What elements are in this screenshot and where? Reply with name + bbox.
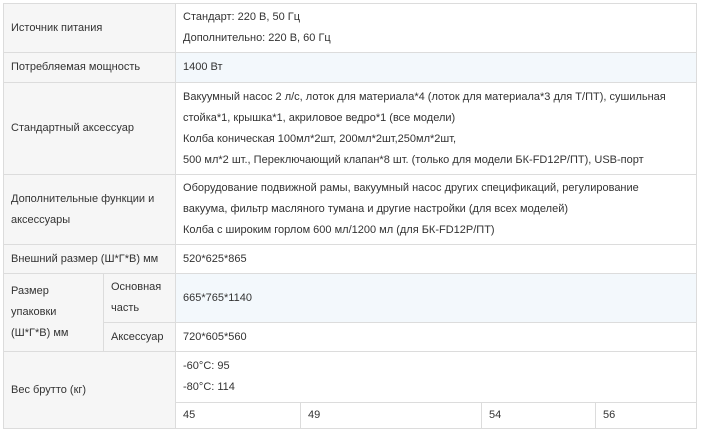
power-source-label: Источник питания	[2, 3, 177, 53]
standard-accessories-line-3: Колба коническая 100мл*2шт, 200мл*2шт,25…	[183, 132, 457, 145]
row-gross-weight-temps: Вес брутто (кг) -60°C: 95 -80°C: 114	[2, 351, 698, 429]
gross-weight-cell-4: 56	[595, 402, 698, 429]
standard-accessories-line-4: 500 мл*2 шт., Переключающий клапан*8 шт.…	[183, 153, 644, 166]
standard-accessories-line-1: Вакуумный насос 2 л/с, лоток для материа…	[183, 90, 666, 103]
optional-value: Оборудование подвижной рамы, вакуумный н…	[175, 174, 698, 245]
gross-weight-label: Вес брутто (кг)	[2, 351, 177, 429]
row-packing-accessory: Аксессуар 720*605*560	[4, 322, 698, 352]
power-source-line-1: Стандарт: 220 В, 50 Гц	[183, 11, 301, 23]
optional-line-2: вакуума, фильтр масляного тумана и други…	[183, 203, 568, 215]
packing-size-label-line-3: (Ш*Г*В) мм	[11, 327, 69, 339]
standard-accessories-line-2: стойка*1, крышка*1, акриловое ведро*1 (в…	[183, 111, 456, 124]
power-consumption-value: 1400 Вт	[175, 52, 698, 83]
gross-weight-temps: -60°C: 95 -80°C: 114	[175, 351, 698, 403]
packing-size-label-line-2: упаковки	[11, 306, 57, 318]
power-source-line-2: Дополнительно: 220 В, 60 Гц	[183, 32, 331, 44]
optional-label: Дополнительные функции и аксессуары	[2, 174, 177, 245]
optional-line-1: Оборудование подвижной рамы, вакуумный н…	[183, 182, 639, 194]
packing-main-label-line-2: часть	[111, 302, 140, 314]
external-size-label: Внешний размер (Ш*Г*В) мм	[2, 244, 177, 274]
row-standard-accessories: Стандартный аксессуар Вакуумный насос 2 …	[2, 82, 698, 175]
packing-size-label: Размер упаковки (Ш*Г*В) мм	[3, 273, 104, 352]
standard-accessories-label: Стандартный аксессуар	[2, 82, 177, 175]
row-power-source: Источник питания Стандарт: 220 В, 50 Гц …	[2, 3, 698, 53]
gross-weight-cell-3: 54	[481, 402, 597, 429]
packing-main-label-line-1: Основная	[111, 281, 162, 293]
gross-weight-cell-1: 45	[175, 402, 302, 429]
packing-accessory-label: Аксессуар	[102, 322, 177, 352]
external-size-value: 520*625*865	[175, 244, 698, 274]
packing-size-label-line-1: Размер	[11, 285, 49, 297]
gross-weight-temp-1: -60°C: 95	[183, 360, 230, 372]
gross-weight-cell-2: 49	[300, 402, 483, 429]
optional-label-line-1: Дополнительные функции и	[11, 192, 155, 205]
packing-accessory-value: 720*605*560	[175, 322, 698, 352]
spec-table: Источник питания Стандарт: 220 В, 50 Гц …	[2, 3, 698, 429]
standard-accessories-value: Вакуумный насос 2 л/с, лоток для материа…	[175, 82, 698, 175]
packing-main-value: 665*765*1140	[175, 273, 698, 323]
optional-line-3: Колба с широким горлом 600 мл/1200 мл (д…	[183, 224, 495, 236]
power-consumption-label: Потребляемая мощность	[2, 52, 177, 83]
packing-main-label: Основная часть	[102, 273, 177, 323]
row-power-consumption: Потребляемая мощность 1400 Вт	[2, 52, 698, 83]
row-optional: Дополнительные функции и аксессуары Обор…	[2, 174, 698, 245]
power-source-value: Стандарт: 220 В, 50 Гц Дополнительно: 22…	[175, 3, 698, 53]
gross-weight-temp-2: -80°C: 114	[183, 381, 235, 393]
row-packing-main: Размер упаковки (Ш*Г*В) мм Основная част…	[3, 273, 698, 352]
optional-label-line-2: аксессуары	[11, 213, 71, 226]
row-external-size: Внешний размер (Ш*Г*В) мм 520*625*865	[2, 244, 698, 274]
